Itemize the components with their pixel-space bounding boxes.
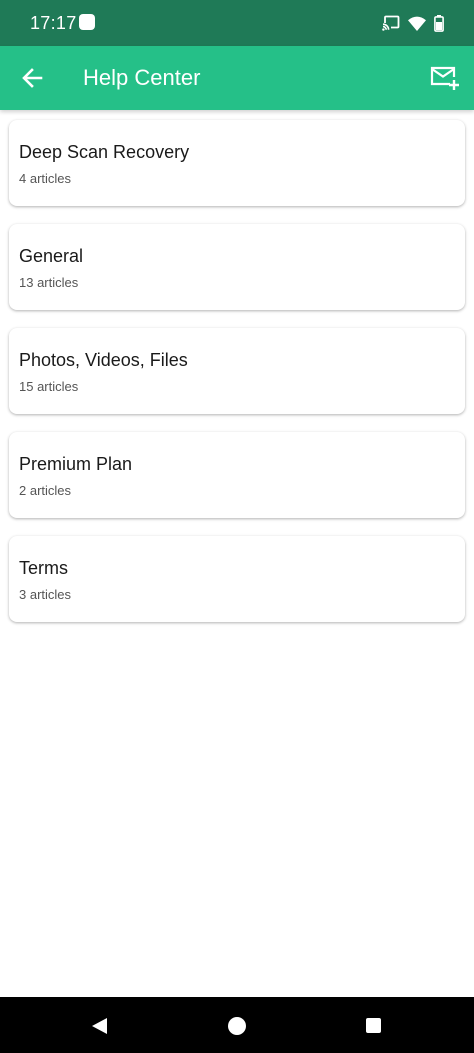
status-bar: 17:17 — [0, 0, 474, 46]
category-name: Photos, Videos, Files — [19, 350, 188, 370]
category-card-deep-scan-recovery[interactable]: Deep Scan Recovery 4 articles — [9, 120, 465, 206]
category-card-photos-videos-files[interactable]: Photos, Videos, Files 15 articles — [9, 328, 465, 414]
article-count: 4 articles — [19, 171, 72, 186]
category-name: Premium Plan — [19, 454, 133, 474]
nav-recents-icon[interactable] — [366, 1018, 381, 1033]
app-bar: Help Center — [0, 46, 474, 110]
category-card-premium-plan[interactable]: Premium Plan 2 articles — [9, 432, 465, 518]
article-count: 15 articles — [19, 379, 79, 394]
status-icons — [382, 13, 444, 33]
page-title: Help Center — [83, 65, 201, 90]
nav-back-icon[interactable] — [91, 1017, 108, 1035]
mail-add-icon — [430, 64, 460, 92]
system-navigation-bar — [0, 997, 474, 1053]
back-button[interactable] — [18, 64, 46, 92]
arrow-back-icon — [18, 64, 46, 92]
category-name: Deep Scan Recovery — [19, 142, 190, 162]
category-name: Terms — [19, 558, 68, 578]
cast-icon — [382, 15, 400, 31]
wifi-icon — [408, 16, 426, 31]
battery-icon — [434, 14, 444, 32]
status-time: 17:17 — [30, 13, 77, 33]
notification-icon — [79, 14, 95, 30]
category-name: General — [19, 246, 84, 266]
category-card-general[interactable]: General 13 articles — [9, 224, 465, 310]
article-count: 13 articles — [19, 275, 79, 290]
article-count: 3 articles — [19, 587, 72, 602]
category-card-terms[interactable]: Terms 3 articles — [9, 536, 465, 622]
contact-support-button[interactable] — [430, 64, 460, 92]
nav-home-icon[interactable] — [228, 1017, 246, 1035]
article-count: 2 articles — [19, 483, 72, 498]
